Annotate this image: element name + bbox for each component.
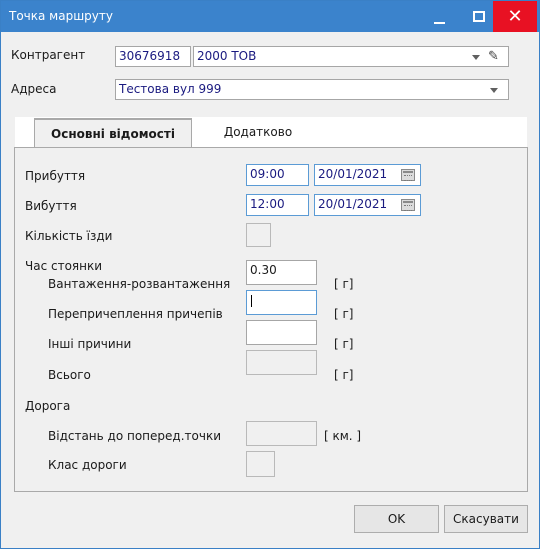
- distance-unit: [ км. ]: [324, 429, 362, 443]
- pencil-icon[interactable]: ✎: [488, 48, 499, 66]
- arrival-date-value: 20/01/2021: [318, 167, 388, 181]
- other-reasons-unit: [ г]: [334, 337, 354, 351]
- loading-field[interactable]: 0.30: [246, 260, 317, 285]
- other-reasons-label: Інші причини: [48, 337, 132, 351]
- counterparty-label: Контрагент: [11, 48, 86, 62]
- loading-unit: [ г]: [334, 277, 354, 291]
- road-class-field[interactable]: [246, 451, 275, 477]
- ok-button[interactable]: OK: [354, 505, 439, 533]
- tab-strip: Основні відомості Додатково: [15, 117, 527, 149]
- minimize-icon: [434, 22, 445, 24]
- departure-label: Вибуття: [25, 199, 77, 213]
- address-select[interactable]: Тестова вул 999: [115, 79, 509, 100]
- trips-label: Кількість їзди: [25, 229, 113, 243]
- arrival-date-field[interactable]: 20/01/2021: [314, 164, 421, 186]
- chevron-down-icon[interactable]: [490, 88, 498, 93]
- cancel-button[interactable]: Скасувати: [444, 505, 528, 533]
- route-point-dialog: Точка маршруту ✕ Контрагент 30676918 200…: [0, 0, 540, 549]
- distance-field: [246, 421, 317, 446]
- other-reasons-field[interactable]: [246, 320, 317, 345]
- address-value: Тестова вул 999: [119, 82, 222, 96]
- arrival-label: Прибуття: [25, 169, 86, 183]
- minimize-button[interactable]: [419, 1, 459, 32]
- arrival-time-field[interactable]: 09:00: [246, 164, 309, 186]
- parking-label: Час стоянки: [25, 259, 103, 273]
- close-icon: ✕: [507, 6, 523, 27]
- total-label: Всього: [48, 368, 91, 382]
- recoupling-label: Перепричеплення причепів: [48, 307, 223, 321]
- tab-additional[interactable]: Додатково: [203, 118, 313, 148]
- total-field: [246, 350, 317, 375]
- recoupling-field[interactable]: [246, 290, 317, 315]
- road-label: Дорога: [25, 399, 71, 413]
- departure-date-field[interactable]: 20/01/2021: [314, 194, 421, 216]
- departure-date-value: 20/01/2021: [318, 197, 388, 211]
- recoupling-unit: [ г]: [334, 307, 354, 321]
- departure-time-field[interactable]: 12:00: [246, 194, 309, 216]
- trips-field[interactable]: [246, 223, 271, 247]
- tab-main-info[interactable]: Основні відомості: [34, 118, 192, 149]
- counterparty-name-value: 2000 ТОВ: [197, 49, 257, 63]
- counterparty-code-field[interactable]: 30676918: [115, 46, 191, 67]
- loading-label: Вантаження-розвантаження: [48, 277, 231, 291]
- calendar-icon[interactable]: [401, 169, 415, 181]
- total-unit: [ г]: [334, 368, 354, 382]
- text-cursor: [251, 295, 252, 307]
- address-label: Адреса: [11, 82, 57, 96]
- road-class-label: Клас дороги: [48, 458, 127, 472]
- window-title: Точка маршруту: [9, 9, 113, 23]
- counterparty-name-field[interactable]: 2000 ТОВ ✎: [193, 46, 509, 67]
- title-bar[interactable]: Точка маршруту ✕: [1, 1, 539, 32]
- maximize-icon: [473, 11, 485, 22]
- close-button[interactable]: ✕: [493, 1, 537, 32]
- chevron-down-icon[interactable]: [472, 55, 480, 60]
- calendar-icon[interactable]: [401, 199, 415, 211]
- distance-label: Відстань до поперед.точки: [48, 429, 221, 443]
